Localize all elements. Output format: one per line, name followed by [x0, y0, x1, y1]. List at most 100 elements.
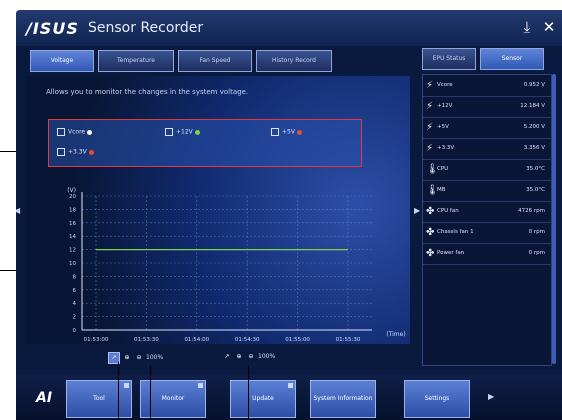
y-tick-label: 4	[73, 301, 77, 307]
checkbox-12v[interactable]: +12V	[165, 128, 200, 136]
y-tick-label: 12	[69, 248, 76, 254]
update-button[interactable]: Update	[230, 380, 296, 418]
sensor-value: 5.200 V	[523, 124, 545, 130]
zoom-controls-left: ↗ ⊕ ⊖ 100%	[108, 352, 163, 364]
x-axis-label: (Time)	[386, 331, 405, 338]
fan-icon: ✤	[426, 206, 435, 217]
sensor-row-vcore[interactable]: ⚡ Vcore 0.952 V	[423, 75, 551, 97]
callout-line-zoom-right	[248, 366, 249, 420]
zoom-out-icon[interactable]: ⊖	[134, 353, 144, 363]
sensor-label: +5V	[437, 124, 449, 130]
sensor-value: 0 rpm	[528, 250, 545, 256]
checkbox-box	[57, 148, 65, 156]
checkbox-box	[271, 128, 279, 136]
voltage-chart[interactable]: 2018161412108642001:53:00 01:53:30 01:54:0…	[26, 180, 410, 348]
y-tick-label: 14	[69, 234, 76, 240]
button-label: Settings	[424, 395, 450, 402]
sensor-row-cpu[interactable]: 🌡 CPU 35.0°C	[423, 159, 551, 181]
close-icon[interactable]: ✕	[540, 18, 558, 36]
y-tick-label: 20	[69, 194, 76, 200]
sensor-panel: EPU Status Sensor ⚡ Vcore 0.952 V ⚡ +12V 12.…	[422, 48, 556, 366]
zoom-controls-right: ↗ ⊕ ⊖ 100%	[222, 352, 275, 362]
checkbox-5v[interactable]: +5V	[271, 128, 302, 136]
zoom-in-icon[interactable]: ⊕	[122, 353, 132, 363]
sensor-value: 4726 rpm	[518, 208, 545, 214]
bottom-toolbar: AI Tool Monitor Update System Informatio…	[16, 374, 562, 420]
voltage-panel: Allows you to monitor the changes in the…	[26, 76, 410, 344]
toolbar-right-arrow-icon[interactable]: ▶	[488, 392, 494, 401]
checkbox-box	[57, 128, 65, 136]
voltage-icon: ⚡	[426, 101, 434, 112]
system-information-button[interactable]: System Information	[310, 380, 376, 418]
x-tick-label: 01:55:00	[285, 337, 310, 343]
zoom-in-icon[interactable]: ⊕	[234, 352, 244, 362]
callout-line-zoom-left	[118, 362, 119, 420]
voltage-icon: ⚡	[426, 80, 434, 91]
sensor-row-cpu-fan[interactable]: ✤ CPU fan 4726 rpm	[423, 201, 551, 223]
tab-epu-status[interactable]: EPU Status	[422, 48, 476, 70]
expand-corner-icon	[288, 383, 293, 388]
ai-suite-logo: AI	[36, 390, 53, 406]
sensor-row-3-3v[interactable]: ⚡ +3.3V 3.356 V	[423, 138, 551, 160]
series-color-dot	[194, 129, 200, 135]
tab-fan-speed[interactable]: Fan Speed	[178, 50, 252, 72]
settings-button[interactable]: Settings	[404, 380, 470, 418]
callout-line-zoom-left-2	[150, 366, 151, 420]
zoom-level: 100%	[146, 354, 164, 361]
voltage-icon: ⚡	[426, 143, 434, 154]
voltage-icon: ⚡	[426, 122, 434, 133]
y-tick-label: 2	[73, 315, 77, 321]
checkbox-box	[165, 128, 173, 136]
button-label: System Information	[313, 395, 373, 402]
series-color-dot	[296, 129, 302, 135]
sensor-label: Chassis fan 1	[437, 229, 474, 235]
sensor-label: +3.3V	[437, 145, 455, 151]
download-icon[interactable]: ⤓	[518, 18, 536, 36]
y-tick-label: 6	[73, 288, 77, 294]
sensor-row-chassis-fan-1[interactable]: ✤ Chassis fan 1 0 rpm	[423, 222, 551, 244]
sensor-value: 0.952 V	[523, 82, 545, 88]
y-tick-label: 8	[73, 274, 77, 280]
fan-icon: ✤	[426, 248, 435, 259]
expand-corner-icon	[124, 383, 129, 388]
zoom-out-icon[interactable]: ⊖	[246, 352, 256, 362]
sensor-label: +12V	[437, 103, 453, 109]
sensor-label: Vcore	[437, 82, 453, 88]
tab-temperature[interactable]: Temperature	[98, 50, 174, 72]
tab-voltage[interactable]: Voltage	[30, 50, 94, 72]
expand-corner-icon	[198, 383, 203, 388]
sensor-value: 0 rpm	[528, 229, 545, 235]
sensor-value: 35.0°C	[526, 187, 545, 193]
checkbox-3-3v[interactable]: +3.3V	[57, 148, 94, 156]
tool-button[interactable]: Tool	[66, 380, 132, 418]
y-tick-label: 0	[73, 328, 77, 334]
left-arrow-icon[interactable]: ◀	[16, 206, 20, 215]
sensor-value: 35.0°C	[526, 166, 545, 172]
checkbox-label: +5V	[282, 128, 295, 136]
sensor-value: 3.356 V	[523, 145, 545, 151]
sensor-list-scrollbar[interactable]	[552, 74, 556, 364]
sensor-label: CPU fan	[437, 208, 459, 214]
sensor-row-12v[interactable]: ⚡ +12V 12.184 V	[423, 96, 551, 118]
right-arrow-icon[interactable]: ▶	[414, 206, 420, 215]
y-tick-label: 16	[69, 221, 76, 227]
fan-icon: ✤	[426, 227, 435, 238]
y-tick-label: 18	[69, 207, 76, 213]
sensor-list: ⚡ Vcore 0.952 V ⚡ +12V 12.184 V ⚡ +5V 5.200 V …	[422, 74, 552, 366]
select-icon[interactable]: ↗	[222, 352, 232, 362]
info-text: Allows you to monitor the changes in the…	[46, 88, 249, 96]
checkbox-vcore[interactable]: Vcore	[57, 128, 93, 136]
tab-history-record[interactable]: History Record	[256, 50, 332, 72]
checkbox-label: +12V	[176, 128, 193, 136]
sensor-row-power-fan[interactable]: ✤ Power fan 0 rpm	[423, 243, 551, 265]
sensor-row-mb[interactable]: 🌡 MB 35.0°C	[423, 180, 551, 202]
sensor-label: CPU	[437, 166, 449, 172]
zoom-level: 100%	[258, 353, 276, 360]
tab-sensor[interactable]: Sensor	[480, 48, 544, 70]
x-tick-label: 01:55:30	[336, 337, 361, 343]
app-title: Sensor Recorder	[88, 20, 204, 36]
sensor-row-5v[interactable]: ⚡ +5V 5.200 V	[423, 117, 551, 139]
sensor-recorder-window: /ISUS Sensor Recorder ⤓ ✕ Voltage Temper…	[16, 10, 562, 420]
y-axis-label: (V)	[67, 187, 76, 194]
button-label: Update	[252, 395, 274, 402]
